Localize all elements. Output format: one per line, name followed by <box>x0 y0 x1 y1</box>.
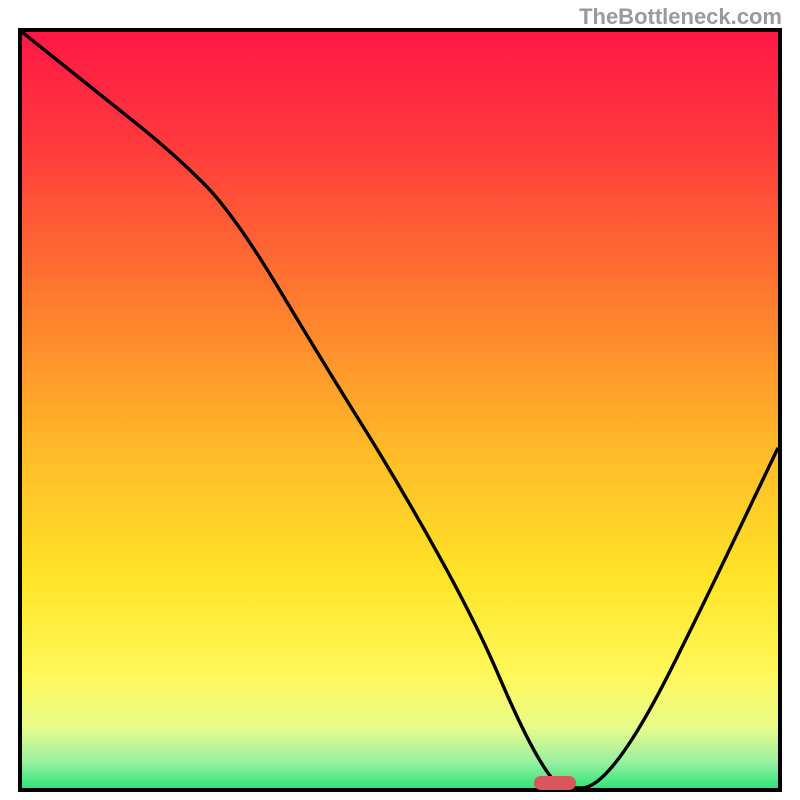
gradient-rect <box>22 32 778 788</box>
chart-frame <box>18 28 782 792</box>
optimal-marker <box>534 776 576 790</box>
watermark-text: TheBottleneck.com <box>579 4 782 30</box>
chart-background-gradient <box>22 32 778 788</box>
